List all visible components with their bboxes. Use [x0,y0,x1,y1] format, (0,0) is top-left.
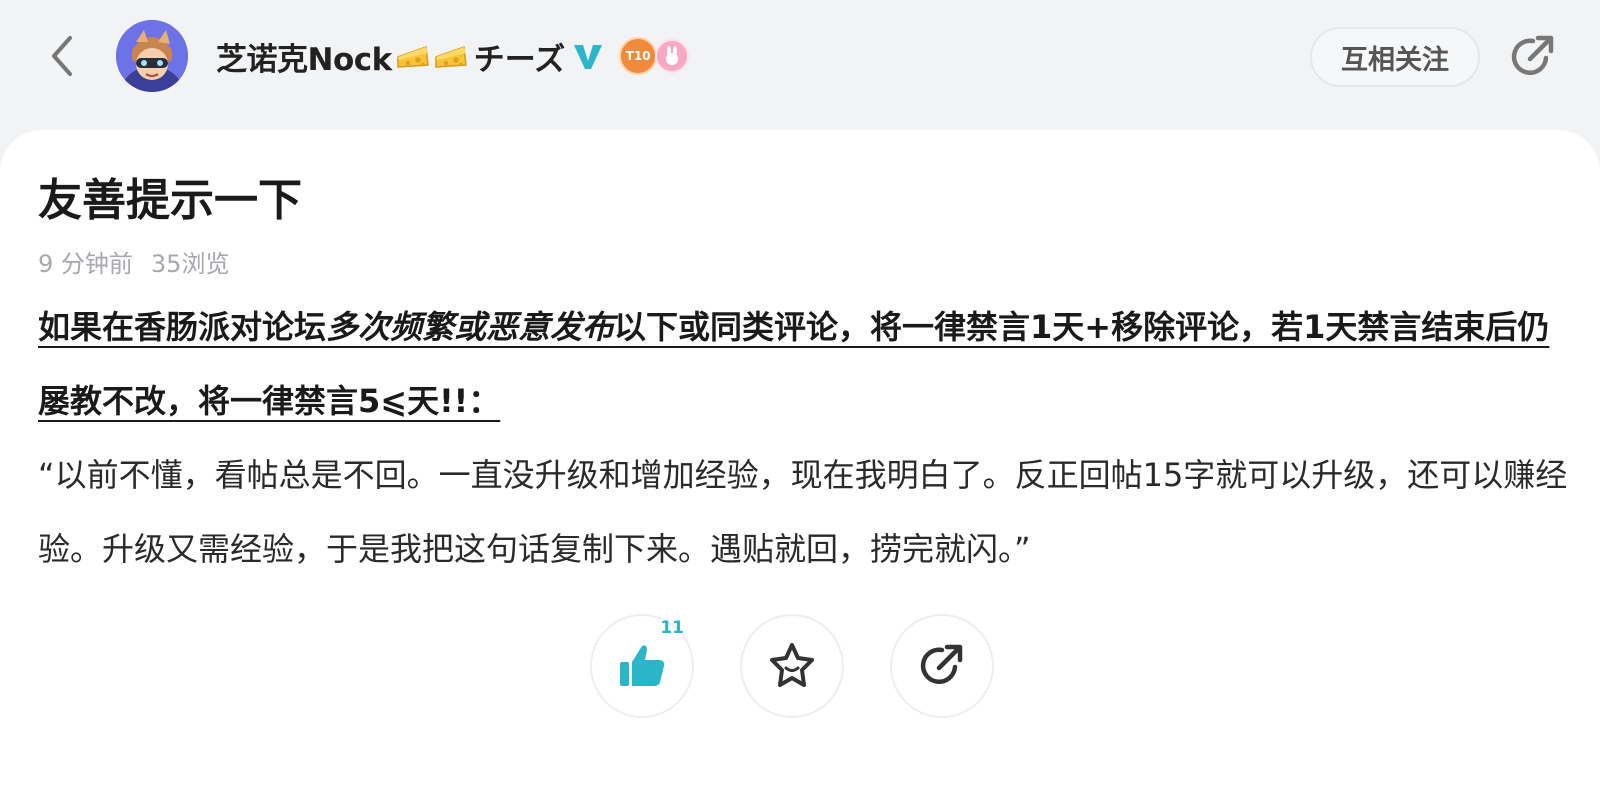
post-views: 35浏览 [150,250,230,278]
follow-button[interactable]: 互相关注 [1310,27,1480,87]
post-header: 芝诺克Nock チーズ T10 互相关注 [0,0,1600,130]
quoted-comment: “以前不懂，看帖总是不回。一直没升级和增加经验，现在我明白了。反正回帖15字就可… [38,456,1568,568]
like-button[interactable]: 11 [590,614,694,718]
share-post-button[interactable] [890,614,994,718]
share-icon [920,644,963,684]
post-body: 如果在香肠派对论坛多次频繁或恶意发布以下或同类评论，将一律禁言1天+移除评论，若… [38,290,1568,586]
author-name-suffix[interactable]: チーズ [474,34,565,79]
action-bar: 11 [590,614,994,718]
like-count: 11 [660,618,684,638]
author-name[interactable]: 芝诺克Nock [216,34,392,79]
cheese-emoji-icon [396,45,429,68]
post-time: 9 分钟前 [38,250,133,278]
warning-text-start: 如果在香肠派对论坛 [38,308,327,346]
post-card: 友善提示一下 9 分钟前 35浏览 如果在香肠派对论坛多次频繁或恶意发布以下或同类… [0,130,1600,790]
author-row: 芝诺克Nock チーズ T10 [216,32,690,80]
share-button[interactable] [1508,32,1558,82]
favorite-button[interactable] [740,614,844,718]
level-badge-icon: T10 [619,37,658,75]
post-title: 友善提示一下 [38,175,302,226]
cheese-emoji-icon [434,45,467,68]
avatar-image [116,20,188,92]
verified-v-icon [574,45,603,69]
back-button[interactable] [40,34,84,78]
thumbs-up-icon [620,645,665,686]
chevron-left-icon [52,36,72,76]
warning-paragraph: 如果在香肠派对论坛多次频繁或恶意发布以下或同类评论，将一律禁言1天+移除评论，若… [38,290,1568,438]
avatar[interactable] [116,20,188,92]
level-badge-label: T10 [625,49,651,63]
post-meta: 9 分钟前 35浏览 [38,244,229,279]
warning-text-italic: 多次频繁或恶意发布 [326,308,615,346]
star-icon [770,643,814,687]
share-icon [1511,35,1554,75]
bunny-badge-icon [655,39,690,73]
